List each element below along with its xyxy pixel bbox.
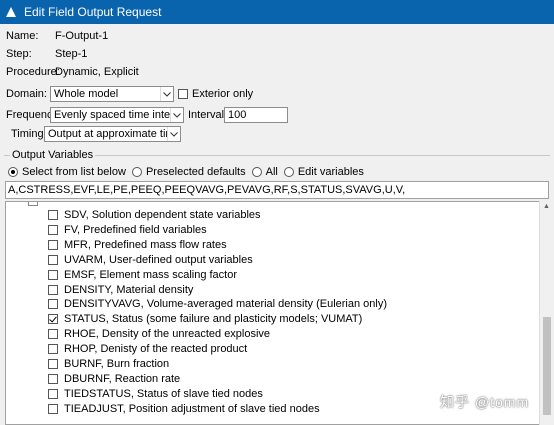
variable-label: MFR, Predefined mass flow rates <box>64 238 227 251</box>
interval-label: Interval: <box>188 109 228 121</box>
radio-label-select-from-list: Select from list below <box>22 166 126 178</box>
domain-label: Domain: <box>6 88 47 100</box>
variable-label: FV, Predefined field variables <box>64 223 207 236</box>
app-icon <box>4 5 18 19</box>
radio-edit-variables[interactable] <box>283 167 294 177</box>
step-label: Step: <box>6 48 32 60</box>
output-variables-title: Output Variables <box>10 149 96 161</box>
variable-checkbox[interactable] <box>48 388 58 399</box>
variable-checkbox[interactable] <box>48 210 58 220</box>
variable-item[interactable]: UVARM, User-defined output variables <box>48 254 253 266</box>
variable-checkbox[interactable] <box>48 299 58 310</box>
interval-input[interactable]: 100 <box>224 107 288 123</box>
variable-label: BURNF, Burn fraction <box>64 358 170 370</box>
variable-checkbox[interactable] <box>48 254 58 265</box>
variable-label: TIEADJUST, Position adjustment of slave … <box>64 402 320 415</box>
vertical-scrollbar[interactable]: ▲ <box>539 201 554 425</box>
variable-item[interactable]: TIEDSTATUS, Status of slave tied nodes <box>48 388 263 400</box>
frequency-select[interactable]: Evenly spaced time intervals <box>50 107 184 123</box>
variable-item[interactable]: BURNF, Burn fraction <box>48 358 169 370</box>
variable-label: DBURNF, Reaction rate <box>64 372 181 385</box>
radio-preselected-defaults[interactable] <box>131 167 142 177</box>
variable-item[interactable]: FV, Predefined field variables <box>48 224 207 236</box>
chevron-down-icon <box>160 87 173 101</box>
radio-label-all: All <box>265 166 278 178</box>
step-row: Step: Step-1 <box>6 48 87 60</box>
variable-item[interactable]: DBURNF, Reaction rate <box>48 373 180 385</box>
exterior-only-label: Exterior only <box>192 88 254 100</box>
variable-checkbox[interactable] <box>48 344 58 355</box>
variable-checkbox[interactable] <box>48 284 58 295</box>
variable-item[interactable]: STATUS, Status (some failure and plastic… <box>48 313 362 325</box>
variable-checkbox[interactable] <box>48 269 58 280</box>
variable-item[interactable]: EMSF, Element mass scaling factor <box>48 269 237 281</box>
procedure-value: Dynamic, Explicit <box>55 66 139 78</box>
name-label: Name: <box>6 30 39 42</box>
variable-item[interactable]: RHOP, Denisty of the reacted product <box>48 343 247 355</box>
radio-label-edit-variables: Edit variables <box>297 166 364 178</box>
variable-checkbox[interactable] <box>48 403 58 414</box>
timing-label: Timing: <box>11 128 47 140</box>
title-bar: Edit Field Output Request <box>0 0 554 24</box>
watermark: 知乎 @tomm <box>440 394 530 410</box>
domain-value: Whole model <box>54 88 119 100</box>
variable-label: TIEDSTATUS, Status of slave tied nodes <box>64 387 263 400</box>
radio-all[interactable] <box>251 167 262 177</box>
radio-label-preselected-defaults: Preselected defaults <box>145 166 246 178</box>
variable-label: RHOP, Denisty of the reacted product <box>64 343 248 356</box>
procedure-row: Procedure: Dynamic, Explicit <box>6 66 139 78</box>
variable-label: UVARM, User-defined output variables <box>64 253 253 266</box>
window-title: Edit Field Output Request <box>24 5 162 19</box>
variable-item[interactable]: DENSITY, Material density <box>48 284 193 296</box>
variable-checkbox[interactable] <box>48 373 58 384</box>
frequency-value: Evenly spaced time intervals <box>54 109 170 121</box>
step-value: Step-1 <box>55 48 88 60</box>
variable-item[interactable]: MFR, Predefined mass flow rates <box>48 239 227 251</box>
collapse-icon[interactable] <box>28 202 38 206</box>
variable-label: DENSITY, Material density <box>64 283 194 296</box>
variable-label: SDV, Solution dependent state variables <box>64 209 261 221</box>
chevron-down-icon <box>170 108 183 122</box>
timing-value: Output at approximate times <box>48 128 167 140</box>
variable-label: DENSITYVAVG, Volume-averaged material de… <box>64 298 388 311</box>
domain-select[interactable]: Whole model <box>50 86 174 102</box>
procedure-label: Procedure: <box>6 66 60 78</box>
chevron-down-icon <box>167 127 180 141</box>
scrollbar-thumb[interactable] <box>543 317 551 415</box>
exterior-only-box[interactable] <box>178 89 188 99</box>
variables-string-field[interactable]: A,CSTRESS,EVF,LE,PE,PEEQ,PEEQVAVG,PEVAVG… <box>5 181 549 199</box>
variable-label: RHOE, Density of the unreacted explosive <box>64 328 271 341</box>
timing-select[interactable]: Output at approximate times <box>44 126 181 142</box>
variable-checkbox[interactable] <box>48 224 58 235</box>
name-value: F-Output-1 <box>55 30 109 42</box>
variable-item[interactable]: TIEADJUST, Position adjustment of slave … <box>48 403 320 415</box>
variable-item[interactable]: RHOE, Density of the unreacted explosive <box>48 328 270 340</box>
scroll-up-icon[interactable]: ▲ <box>543 203 550 210</box>
variable-label: STATUS, Status (some failure and plastic… <box>64 313 363 326</box>
variable-item[interactable]: SDV, Solution dependent state variables <box>48 209 261 221</box>
exterior-only-checkbox[interactable]: Exterior only <box>178 88 253 100</box>
variable-checkbox[interactable] <box>48 239 58 250</box>
variable-label: EMSF, Element mass scaling factor <box>64 268 238 281</box>
variable-checkbox[interactable] <box>48 329 58 340</box>
variable-checkbox[interactable] <box>48 314 58 325</box>
variable-checkbox[interactable] <box>48 359 58 369</box>
variable-item[interactable]: DENSITYVAVG, Volume-averaged material de… <box>48 298 387 310</box>
radio-select-from-list[interactable] <box>8 167 18 177</box>
name-row: Name: F-Output-1 <box>6 30 108 42</box>
output-radio-group: Select from list below Preselected defau… <box>8 166 364 178</box>
